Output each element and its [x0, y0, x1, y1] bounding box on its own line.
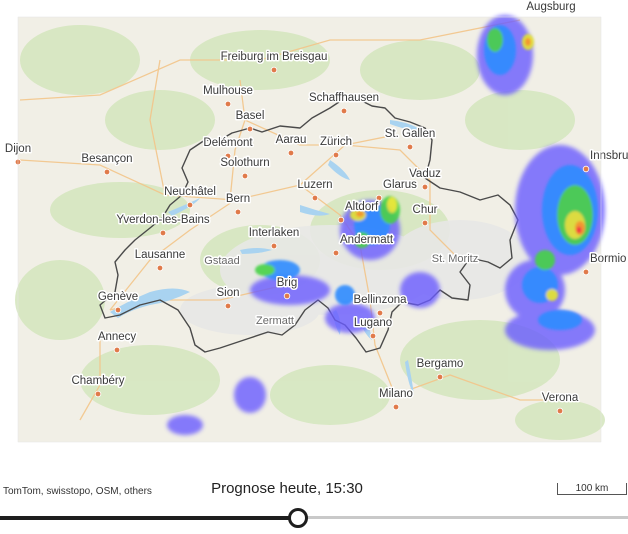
city-marker	[311, 194, 319, 202]
city-marker	[375, 194, 383, 202]
city-label: Lausanne	[135, 249, 186, 261]
city-label: Bormio	[590, 253, 626, 265]
city-marker	[406, 143, 414, 151]
city-label: Basel	[236, 110, 265, 122]
city-label: Besançon	[81, 153, 132, 165]
city-marker	[332, 249, 340, 257]
city-marker	[114, 306, 122, 314]
city-marker	[436, 373, 444, 381]
city-marker	[337, 216, 345, 224]
city-label: Chur	[413, 204, 438, 216]
city-label: Altdorf	[345, 201, 379, 213]
city-label: Verona	[542, 392, 579, 404]
forecast-time-title: Prognose heute, 15:30	[211, 480, 363, 497]
city-marker	[234, 208, 242, 216]
city-label: Schaffhausen	[309, 92, 379, 104]
city-marker	[340, 107, 348, 115]
city-label: Neuchâtel	[164, 186, 216, 198]
scale-bar: 100 km	[557, 483, 627, 495]
city-marker	[270, 242, 278, 250]
city-label: Solothurn	[220, 157, 269, 169]
forecast-timeline-slider[interactable]	[0, 508, 628, 528]
city-label: Zürich	[320, 136, 352, 148]
city-label: Bergamo	[417, 358, 464, 370]
city-marker	[332, 151, 340, 159]
city-label: Bellinzona	[353, 294, 407, 306]
city-label: Bern	[226, 193, 250, 205]
city-label: Genève	[98, 291, 138, 303]
city-label: Milano	[379, 388, 413, 400]
map-canvas[interactable]: Augsburg Freiburg im Breisgau Mulhouse Base…	[0, 0, 628, 470]
city-marker	[421, 183, 429, 191]
scale-bar-label: 100 km	[575, 483, 609, 494]
city-marker	[556, 407, 564, 415]
city-marker	[224, 100, 232, 108]
city-marker	[287, 149, 295, 157]
city-label: Mulhouse	[203, 85, 253, 97]
city-marker	[376, 309, 384, 317]
timeline-handle[interactable]	[288, 508, 309, 528]
city-marker	[283, 292, 291, 300]
city-marker	[582, 165, 590, 173]
city-label: Delémont	[203, 137, 253, 149]
city-label: Zermatt	[256, 315, 294, 327]
city-marker	[246, 125, 254, 133]
city-marker	[270, 66, 278, 74]
city-label: Gstaad	[204, 255, 239, 267]
city-label: Augsburg	[526, 1, 575, 13]
city-label: Annecy	[98, 331, 137, 343]
city-label: Freiburg im Breisgau	[221, 51, 328, 63]
city-label: Andermatt	[340, 234, 394, 246]
city-marker	[224, 302, 232, 310]
city-label: St. Moritz	[432, 253, 478, 265]
city-marker	[103, 168, 111, 176]
city-marker	[369, 332, 377, 340]
city-marker	[113, 346, 121, 354]
city-marker	[241, 172, 249, 180]
city-marker	[582, 268, 590, 276]
city-marker	[156, 264, 164, 272]
city-label: Glarus	[383, 179, 417, 191]
city-label: Aarau	[276, 134, 307, 146]
city-label: Sion	[216, 287, 239, 299]
city-marker	[94, 390, 102, 398]
city-marker	[159, 229, 167, 237]
city-marker	[392, 403, 400, 411]
city-label: St. Gallen	[385, 128, 436, 140]
city-label: Brig	[277, 277, 297, 289]
city-label: Chambéry	[71, 375, 124, 387]
city-marker	[186, 201, 194, 209]
city-label: Interlaken	[249, 227, 300, 239]
city-label: Lugano	[354, 317, 392, 329]
timeline-progress	[0, 516, 299, 520]
city-label: Yverdon-les-Bains	[116, 214, 210, 226]
map-area[interactable]: Augsburg Freiburg im Breisgau Mulhouse Base…	[0, 0, 628, 470]
city-label: Innsbruck	[590, 150, 628, 162]
city-marker	[421, 219, 429, 227]
city-label: Luzern	[297, 179, 332, 191]
